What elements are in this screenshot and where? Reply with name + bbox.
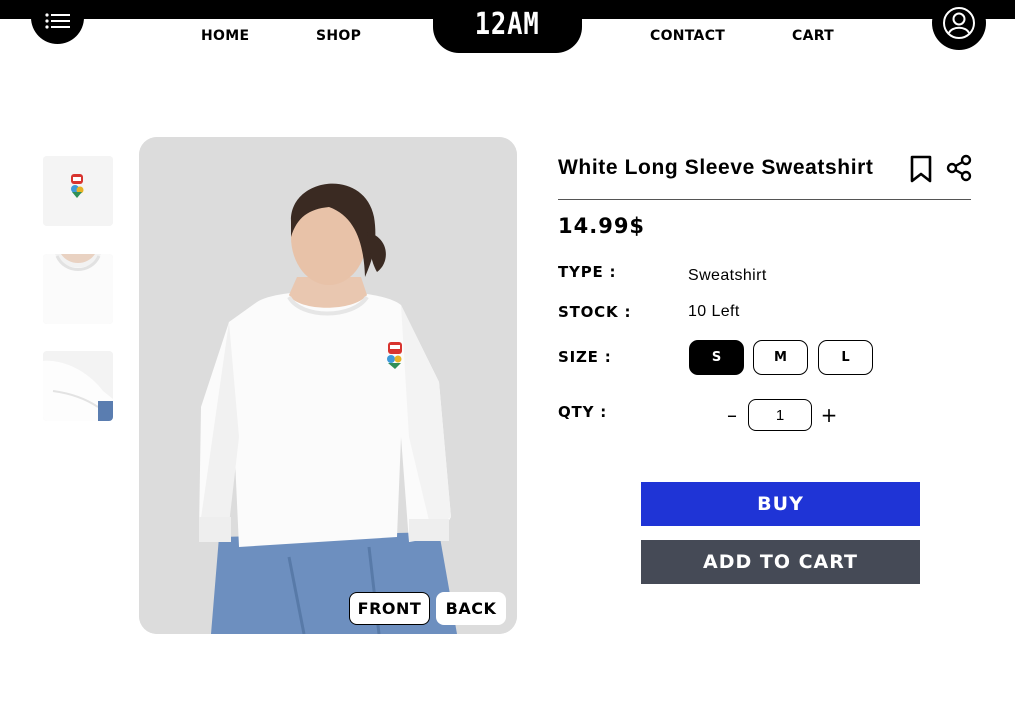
type-label: TYPE : bbox=[558, 263, 617, 281]
size-option-m[interactable]: M bbox=[753, 340, 808, 375]
stock-value: 10 Left bbox=[688, 303, 740, 320]
product-price: 14.99$ bbox=[558, 214, 646, 238]
qty-increment-button[interactable]: + bbox=[819, 403, 839, 427]
title-divider bbox=[558, 199, 971, 200]
size-label: SIZE : bbox=[558, 348, 612, 366]
main-product-image bbox=[139, 137, 517, 634]
nav-contact-link[interactable]: CONTACT bbox=[650, 28, 725, 44]
user-account-icon bbox=[943, 7, 975, 39]
back-view-button[interactable]: BACK bbox=[436, 592, 506, 625]
qty-label: QTY : bbox=[558, 403, 608, 421]
bookmark-icon[interactable] bbox=[909, 155, 933, 187]
nav-home-link[interactable]: HOME bbox=[201, 28, 249, 44]
logo: 12AM bbox=[475, 7, 540, 42]
hamburger-menu-icon bbox=[44, 12, 70, 29]
nav-shop-link[interactable]: SHOP bbox=[316, 28, 361, 44]
model-wearing-sweatshirt-image bbox=[139, 137, 517, 634]
qty-decrement-button[interactable]: – bbox=[722, 403, 742, 427]
stock-label: STOCK : bbox=[558, 303, 632, 321]
thumbnail-sleeve[interactable] bbox=[43, 351, 113, 421]
menu-button[interactable] bbox=[31, 0, 84, 44]
qty-input[interactable] bbox=[748, 399, 812, 431]
buy-button[interactable]: BUY bbox=[641, 482, 920, 526]
front-view-button[interactable]: FRONT bbox=[349, 592, 430, 625]
thumbnail-collar[interactable] bbox=[43, 254, 113, 324]
add-to-cart-button[interactable]: ADD TO CART bbox=[641, 540, 920, 584]
product-thumbnail-image bbox=[43, 254, 113, 324]
thumbnail-logo-closeup[interactable] bbox=[43, 156, 113, 226]
nav-cart-link[interactable]: CART bbox=[792, 28, 834, 44]
product-thumbnail-image bbox=[43, 156, 113, 226]
type-value: Sweatshirt bbox=[688, 267, 767, 284]
account-button[interactable] bbox=[932, 0, 986, 50]
logo-tab[interactable]: 12AM bbox=[433, 0, 582, 53]
share-icon[interactable] bbox=[945, 154, 973, 186]
product-thumbnail-image bbox=[43, 351, 113, 421]
product-title: White Long Sleeve Sweatshirt bbox=[558, 156, 874, 179]
size-option-l[interactable]: L bbox=[818, 340, 873, 375]
size-option-s[interactable]: S bbox=[689, 340, 744, 375]
